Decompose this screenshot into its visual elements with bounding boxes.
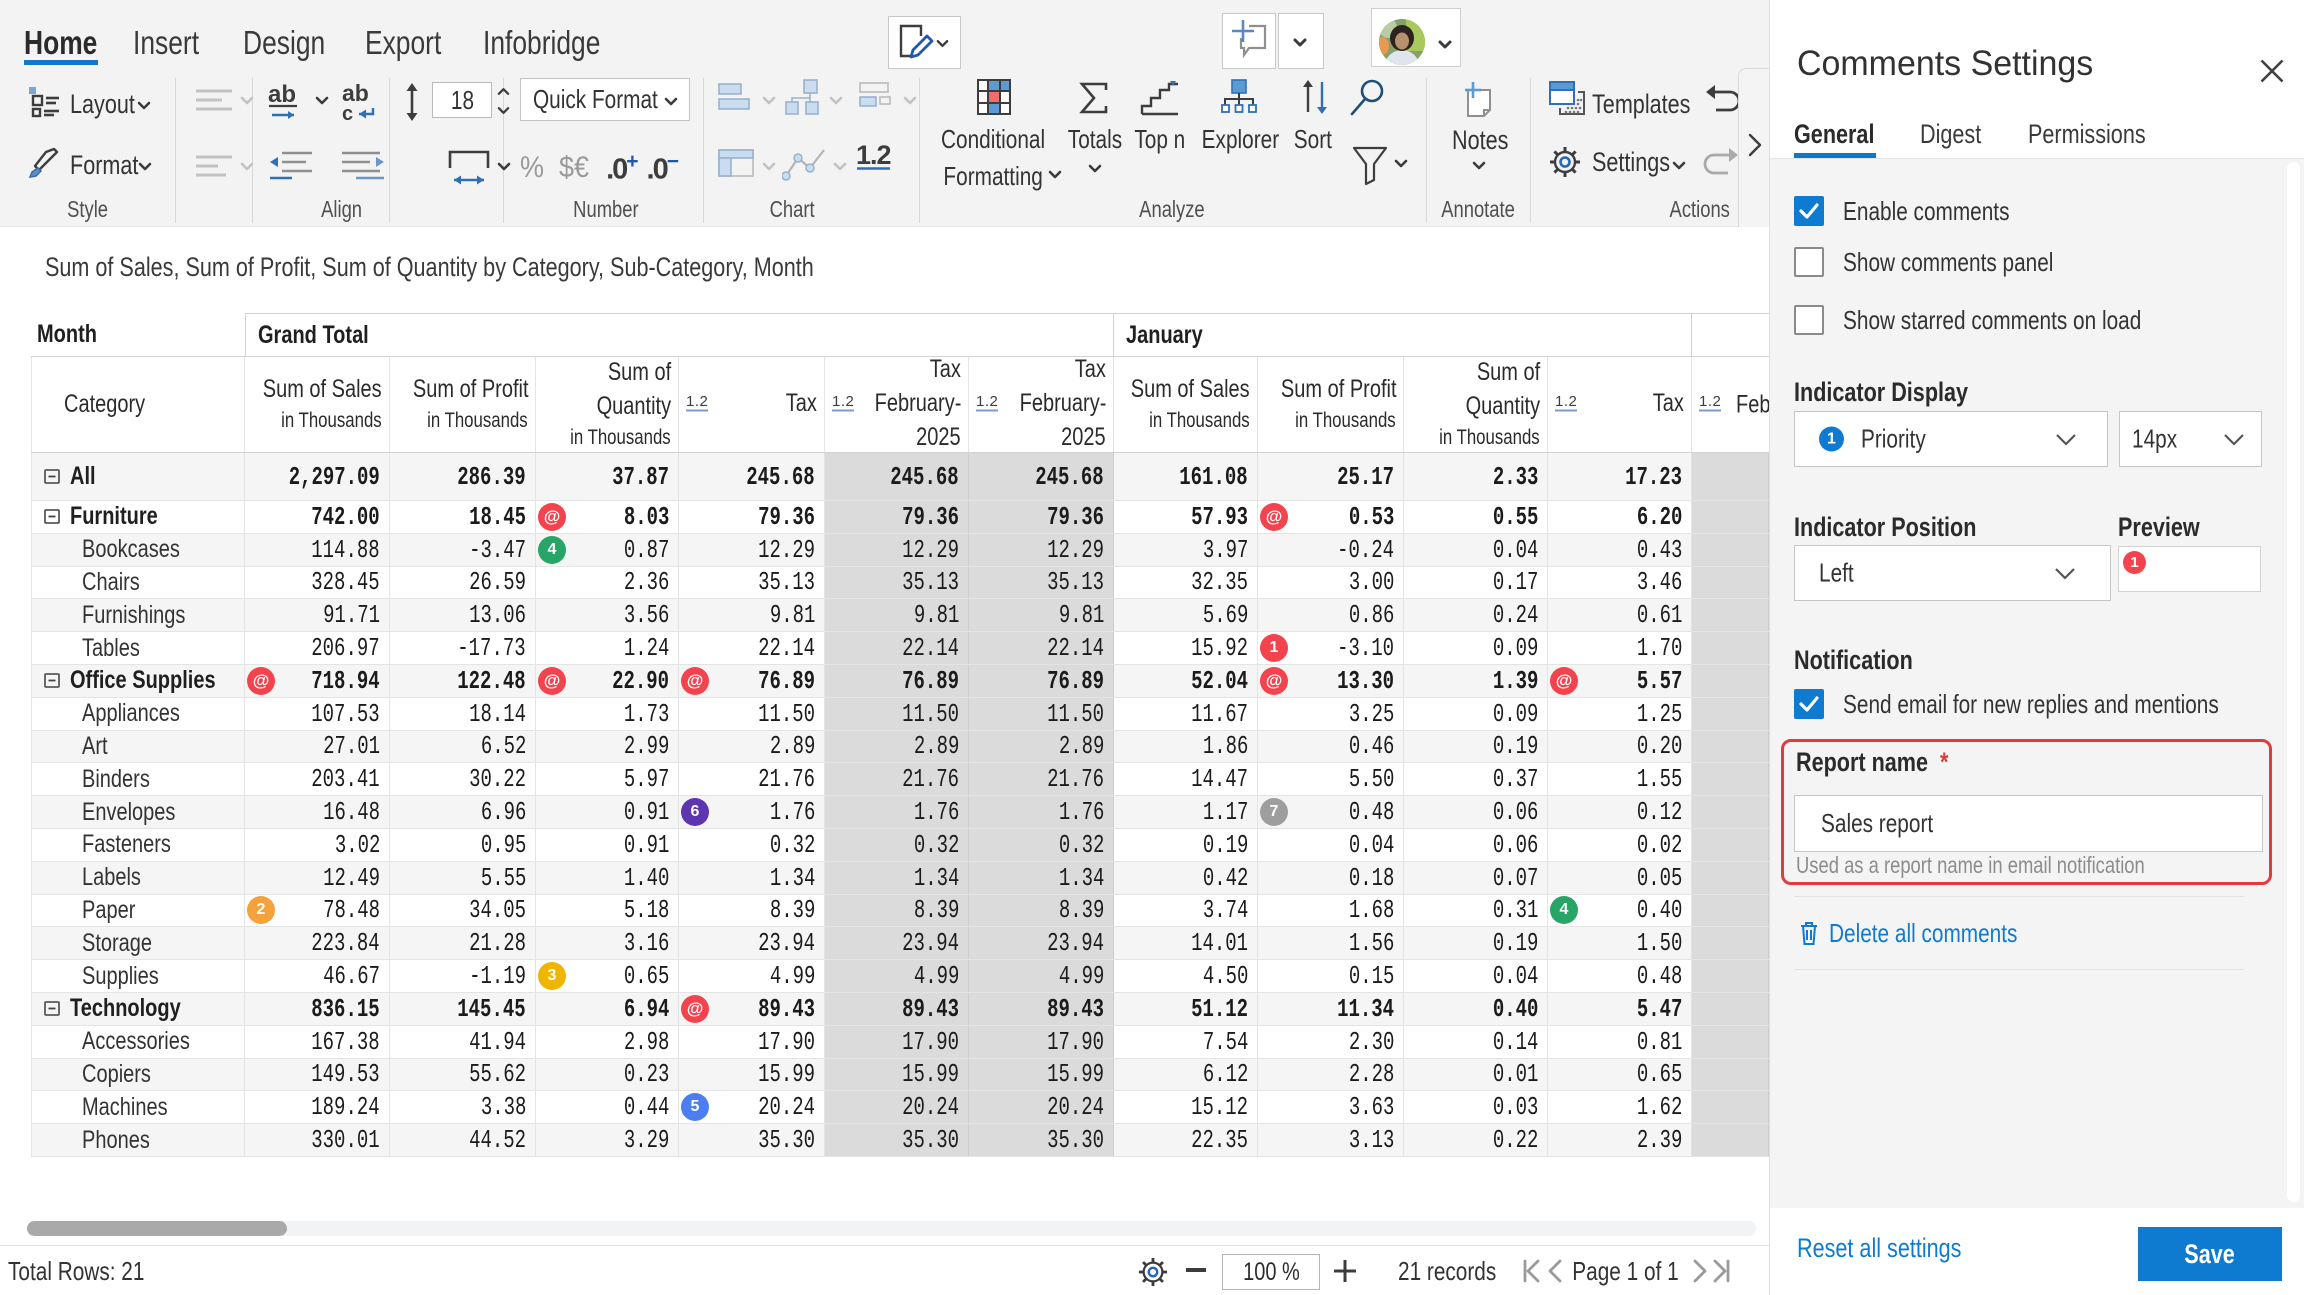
svg-text:ab: ab — [268, 82, 296, 108]
svg-text:1.2: 1.2 — [856, 140, 891, 170]
svg-text:1.2: 1.2 — [1555, 393, 1577, 410]
svg-text:1.2: 1.2 — [832, 393, 854, 410]
svg-text:1.2: 1.2 — [1699, 393, 1721, 410]
svg-text:c: c — [342, 103, 353, 124]
svg-text:1.2: 1.2 — [976, 393, 998, 410]
svg-text:1.2: 1.2 — [686, 393, 708, 410]
